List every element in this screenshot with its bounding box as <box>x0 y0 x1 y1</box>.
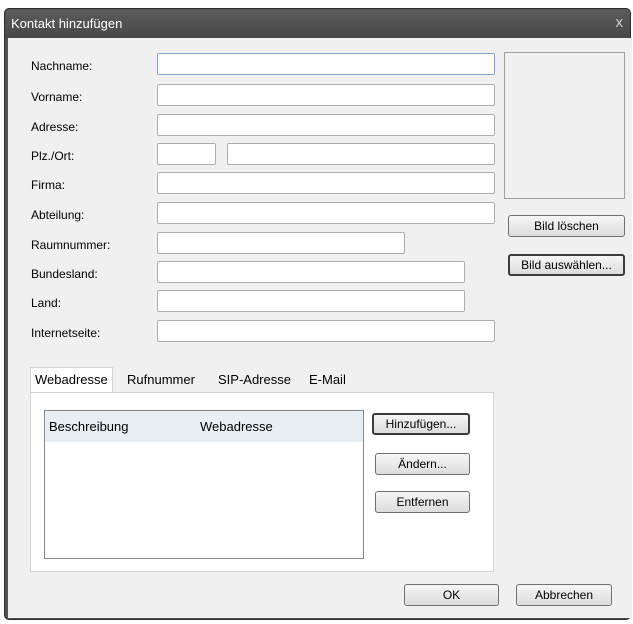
webadresse-list[interactable]: Beschreibung Webadresse <box>44 410 364 559</box>
land-input[interactable] <box>157 290 465 312</box>
adresse-label: Adresse: <box>31 120 79 134</box>
add-button[interactable]: Hinzufügen... <box>372 413 470 435</box>
vorname-label: Vorname: <box>31 90 83 104</box>
land-label: Land: <box>31 296 62 310</box>
tab-sip-adresse[interactable]: SIP-Adresse <box>214 368 295 392</box>
raumnummer-label: Raumnummer: <box>31 238 111 252</box>
delete-image-button[interactable]: Bild löschen <box>508 215 625 237</box>
firma-input[interactable] <box>157 172 495 194</box>
ok-button[interactable]: OK <box>404 584 499 606</box>
tab-webadresse[interactable]: Webadresse <box>30 367 113 392</box>
vorname-input[interactable] <box>157 84 495 106</box>
list-header: Beschreibung Webadresse <box>45 411 363 442</box>
internetseite-input[interactable] <box>157 320 495 342</box>
photo-frame <box>504 52 625 199</box>
raumnummer-input[interactable] <box>157 232 405 254</box>
internetseite-label: Internetseite: <box>31 326 101 340</box>
tab-rufnummer[interactable]: Rufnummer <box>123 368 199 392</box>
abteilung-input[interactable] <box>157 202 495 224</box>
select-image-button[interactable]: Bild auswählen... <box>508 254 625 276</box>
remove-button[interactable]: Entfernen <box>375 491 470 513</box>
edit-button[interactable]: Ändern... <box>375 453 470 475</box>
ort-input[interactable] <box>227 143 495 165</box>
adresse-input[interactable] <box>157 114 495 136</box>
plz-ort-label: Plz./Ort: <box>31 149 75 163</box>
bundesland-input[interactable] <box>157 261 465 283</box>
tab-e-mail[interactable]: E-Mail <box>305 368 350 392</box>
column-header-beschreibung[interactable]: Beschreibung <box>49 419 129 434</box>
title-bar[interactable]: Kontakt hinzufügen x <box>5 9 630 39</box>
firma-label: Firma: <box>31 178 65 192</box>
column-header-webadresse[interactable]: Webadresse <box>200 419 273 434</box>
nachname-label: Nachname: <box>31 59 93 73</box>
nachname-input[interactable] <box>157 53 495 75</box>
dialog-title: Kontakt hinzufügen <box>11 16 123 31</box>
abteilung-label: Abteilung: <box>31 208 85 222</box>
close-icon[interactable]: x <box>616 14 624 31</box>
bundesland-label: Bundesland: <box>31 267 98 281</box>
plz-input[interactable] <box>157 143 216 165</box>
cancel-button[interactable]: Abbrechen <box>516 584 612 606</box>
